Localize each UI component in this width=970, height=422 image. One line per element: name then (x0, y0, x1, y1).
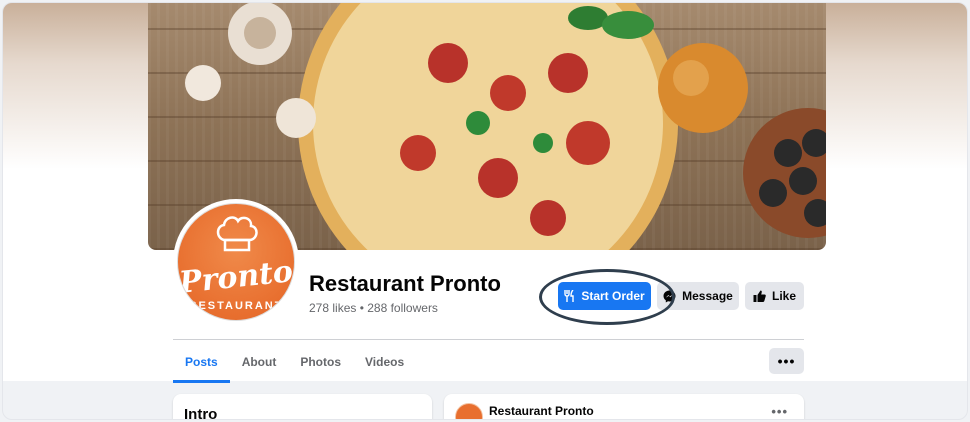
post-card: Restaurant Pronto ••• (444, 394, 804, 419)
tab-posts[interactable]: Posts (173, 340, 230, 383)
intro-card: Intro (173, 394, 432, 420)
post-more-icon[interactable]: ••• (771, 404, 788, 419)
page-tabs: Posts About Photos Videos (173, 340, 416, 383)
like-button[interactable]: Like (745, 282, 804, 310)
profile-picture[interactable]: Pronto RESTAURANT (173, 199, 299, 325)
facebook-page-screenshot: Pronto RESTAURANT Restaurant Pronto 278 … (2, 2, 968, 420)
post-author-name[interactable]: Restaurant Pronto (489, 404, 594, 418)
page-stats: 278 likes • 288 followers (309, 301, 438, 315)
like-label: Like (771, 289, 796, 303)
annotation-highlight-oval (539, 269, 675, 325)
tab-about-label: About (241, 354, 277, 369)
thumbs-up-icon (753, 290, 766, 302)
message-label: Message (682, 289, 733, 303)
page-title[interactable]: Restaurant Pronto (309, 271, 501, 297)
restaurant-logo: Pronto RESTAURANT (177, 203, 295, 321)
more-dots-icon: ••• (777, 353, 796, 369)
tab-photos[interactable]: Photos (288, 340, 353, 383)
tab-about[interactable]: About (230, 340, 289, 383)
post-author-avatar[interactable] (455, 403, 483, 419)
logo-wordmark: Pronto (177, 254, 295, 301)
logo-subtitle: RESTAURANT (188, 300, 284, 312)
intro-title: Intro (184, 406, 218, 420)
tab-photos-label: Photos (300, 354, 342, 369)
chef-hat-icon (216, 216, 258, 252)
tab-videos[interactable]: Videos (353, 340, 416, 383)
more-options-button[interactable]: ••• (769, 348, 804, 374)
tab-posts-label: Posts (185, 354, 218, 369)
tab-videos-label: Videos (365, 354, 405, 369)
